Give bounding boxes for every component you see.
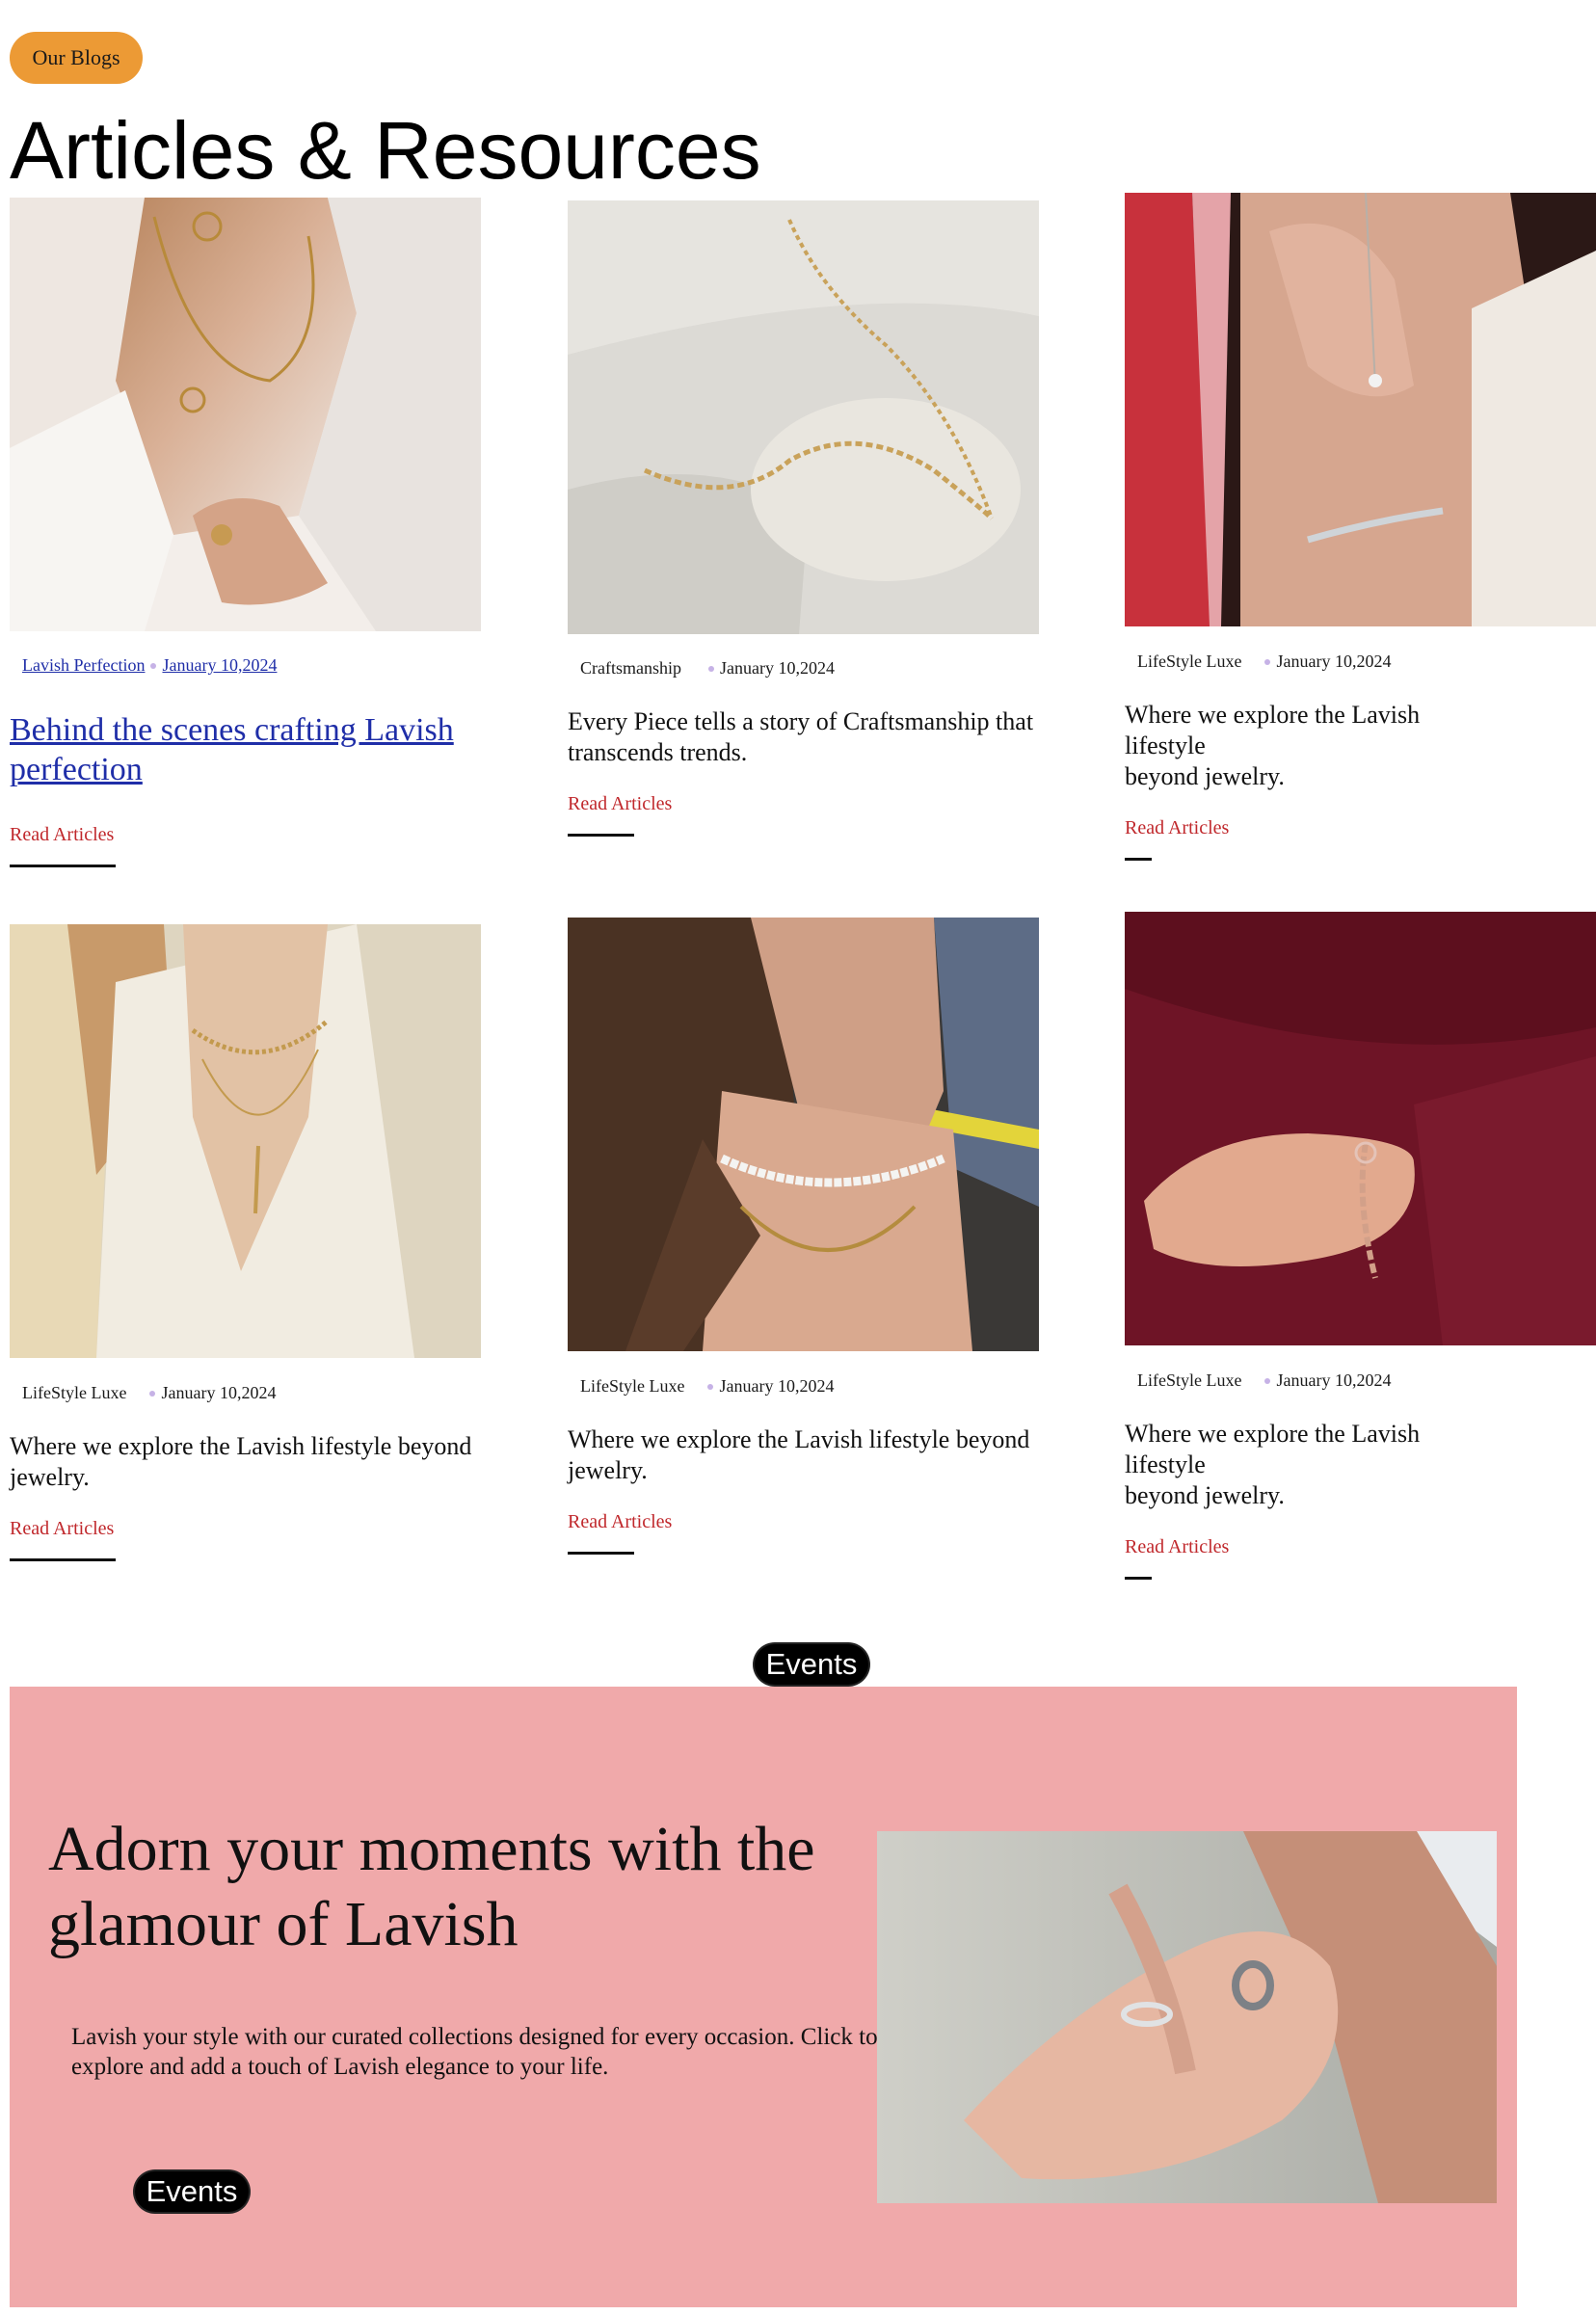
events-button[interactable]: Events: [135, 2171, 249, 2212]
separator-dot-icon: [708, 665, 714, 672]
article-meta: LifeStyle Luxe January 10,2024: [1137, 1370, 1391, 1391]
read-articles-link[interactable]: Read Articles: [568, 1511, 672, 1533]
category-label: LifeStyle Luxe: [580, 1376, 685, 1396]
separator-dot-icon: [150, 662, 157, 669]
date-label: January 10,2024: [1276, 1370, 1392, 1390]
date-label: January 10,2024: [720, 658, 835, 678]
article-image[interactable]: [568, 200, 1039, 634]
read-underline: [1125, 858, 1152, 861]
separator-dot-icon: [1264, 658, 1271, 665]
woman-gold-pendant-necklace-photo: [10, 198, 481, 631]
date-link[interactable]: January 10,2024: [162, 655, 277, 676]
article-image[interactable]: [10, 198, 481, 631]
category-label: LifeStyle Luxe: [22, 1383, 127, 1402]
article-headline: Where we explore the Lavish lifestyle be…: [10, 1432, 472, 1491]
page-title: Articles & Resources: [10, 105, 761, 196]
article-image[interactable]: [10, 924, 481, 1358]
headline-line: lifestyle: [1125, 1450, 1206, 1478]
category-link[interactable]: Lavish Perfection: [22, 655, 145, 676]
category-label: LifeStyle Luxe: [1137, 652, 1242, 671]
headline-line: lifestyle: [1125, 732, 1206, 759]
date-label: January 10,2024: [161, 1383, 277, 1402]
events-top-button[interactable]: Events: [755, 1644, 868, 1685]
headline-line: beyond jewelry.: [1125, 1481, 1285, 1509]
headline-line: Where we explore the Lavish: [1125, 701, 1421, 729]
events-title: Adorn your moments with the glamour of L…: [48, 1814, 815, 1959]
article-image[interactable]: [1125, 912, 1596, 1345]
read-articles-link[interactable]: Read Articles: [10, 1518, 114, 1540]
headline-line: beyond jewelry.: [1125, 762, 1285, 790]
events-banner: Adorn your moments with the glamour of L…: [10, 1687, 1517, 2307]
read-articles-link[interactable]: Read Articles: [1125, 1536, 1229, 1558]
woman-layered-gold-necklaces-photo: [10, 924, 481, 1358]
article-image[interactable]: [568, 918, 1039, 1351]
read-underline: [1125, 1577, 1152, 1580]
read-articles-link[interactable]: Read Articles: [568, 793, 672, 815]
woman-silver-bracelet-photo: [1125, 193, 1596, 626]
separator-dot-icon: [1264, 1377, 1271, 1384]
article-headline-link[interactable]: Behind the scenes crafting Lavish perfec…: [10, 710, 511, 789]
category-label: LifeStyle Luxe: [1137, 1370, 1242, 1390]
our-blogs-badge: Our Blogs: [10, 32, 143, 84]
gold-chain-on-fabric-photo: [568, 200, 1039, 634]
separator-dot-icon: [707, 1383, 714, 1390]
article-meta: LifeStyle Luxe January 10,2024: [580, 1376, 834, 1397]
separator-dot-icon: [149, 1390, 156, 1397]
date-label: January 10,2024: [1276, 652, 1392, 671]
read-articles-link[interactable]: Read Articles: [1125, 817, 1229, 839]
article-meta: Lavish Perfection January 10,2024: [22, 655, 277, 676]
article-headline: Where we explore the Lavish lifestyle be…: [1125, 1419, 1587, 1511]
couple-hands-rings-photo: [877, 1831, 1497, 2203]
article-image[interactable]: [1125, 193, 1596, 626]
read-underline: [568, 1552, 634, 1555]
read-underline: [10, 1558, 116, 1561]
read-underline: [568, 834, 634, 837]
date-label: January 10,2024: [719, 1376, 835, 1396]
read-underline: [10, 865, 116, 867]
woman-pearl-necklace-photo: [568, 918, 1039, 1351]
article-meta: LifeStyle Luxe January 10,2024: [22, 1383, 276, 1403]
article-meta: LifeStyle Luxe January 10,2024: [1137, 652, 1391, 672]
article-headline: Every Piece tells a story of Craftsmansh…: [568, 707, 1034, 766]
events-description: Lavish your style with our curated colle…: [71, 2024, 878, 2080]
article-headline: Where we explore the Lavish lifestyle be…: [1125, 700, 1587, 792]
article-meta: Craftsmanship January 10,2024: [580, 658, 835, 679]
events-image: [877, 1831, 1497, 2203]
read-articles-link[interactable]: Read Articles: [10, 824, 114, 846]
headline-line: Where we explore the Lavish: [1125, 1420, 1421, 1448]
category-label: Craftsmanship: [580, 658, 681, 678]
hand-rose-gold-bracelet-photo: [1125, 912, 1596, 1345]
article-headline: Where we explore the Lavish lifestyle be…: [568, 1425, 1030, 1484]
